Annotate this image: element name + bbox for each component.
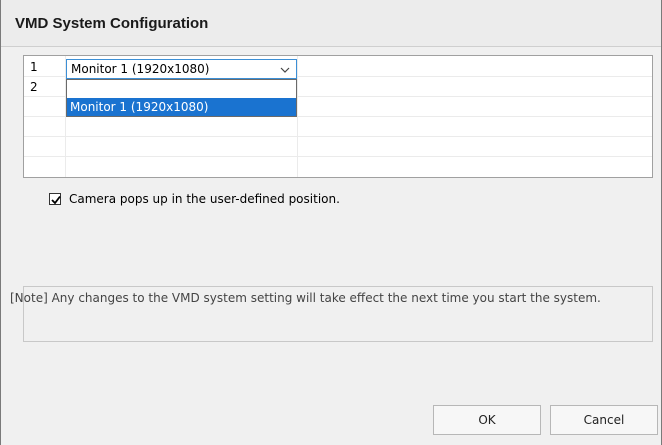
monitor-assignment-grid: 1 2 Monitor 1 (1920x1080) Monitor 1 (192… <box>23 55 653 178</box>
monitor-select-row-1[interactable]: Monitor 1 (1920x1080) <box>66 59 297 79</box>
checkmark-icon <box>51 195 61 205</box>
cancel-button[interactable]: Cancel <box>550 405 658 435</box>
chevron-down-icon[interactable] <box>278 62 292 76</box>
grid-line <box>24 156 652 157</box>
dropdown-option-monitor-1[interactable]: Monitor 1 (1920x1080) <box>67 98 296 116</box>
note-text: [Note] Any changes to the VMD system set… <box>10 291 601 305</box>
monitor-select-value: Monitor 1 (1920x1080) <box>71 62 210 76</box>
ok-button[interactable]: OK <box>433 405 541 435</box>
grid-line <box>297 56 298 177</box>
vmd-config-dialog: VMD System Configuration 1 2 Monitor 1 (… <box>0 0 662 445</box>
note-panel: [Note] Any changes to the VMD system set… <box>9 286 653 342</box>
dropdown-option-empty[interactable] <box>67 80 296 98</box>
grid-line <box>24 136 652 137</box>
camera-popup-checkbox[interactable] <box>49 193 61 205</box>
monitor-dropdown-list: Monitor 1 (1920x1080) <box>66 79 297 117</box>
camera-popup-label: Camera pops up in the user-defined posit… <box>69 192 340 206</box>
note-box: [Note] Any changes to the VMD system set… <box>10 286 653 342</box>
row-number: 1 <box>30 60 38 74</box>
row-number: 2 <box>30 80 38 94</box>
title-bar: VMD System Configuration <box>1 0 661 47</box>
dialog-title: VMD System Configuration <box>15 15 209 32</box>
